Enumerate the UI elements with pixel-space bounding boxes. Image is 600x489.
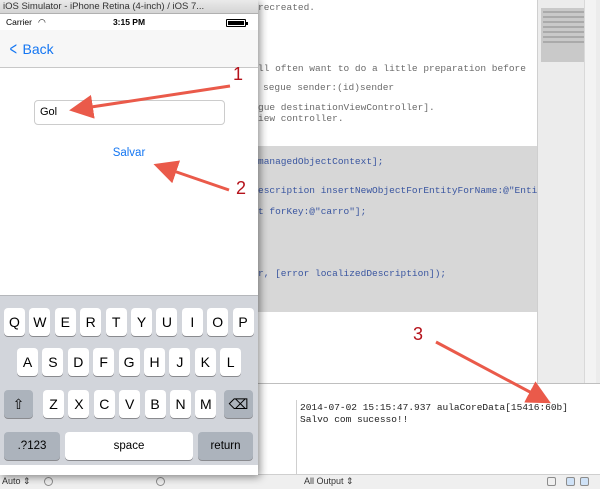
code-line: escription insertNewObjectForEntityForNa… xyxy=(258,185,554,196)
shift-arrow-icon: ⇧ xyxy=(12,396,25,412)
key-o[interactable]: O xyxy=(207,308,229,336)
back-label: Back xyxy=(22,41,54,57)
annotation-number-1: 1 xyxy=(233,64,244,84)
status-bar: Carrier ◠ 3:15 PM xyxy=(0,14,258,30)
key-r[interactable]: R xyxy=(80,308,102,336)
debug-divider[interactable] xyxy=(296,400,297,476)
auto-selector[interactable]: Auto ⇕ xyxy=(2,476,31,487)
annotation-number-2: 2 xyxy=(236,178,247,198)
key-p[interactable]: P xyxy=(232,308,254,336)
space-key[interactable]: space xyxy=(65,432,193,460)
key-j[interactable]: J xyxy=(169,348,191,376)
key-g[interactable]: G xyxy=(118,348,140,376)
code-highlight-block xyxy=(255,146,537,312)
code-token: t forKey:@"carro"]; xyxy=(258,206,367,217)
code-line: segue sender:(id)sender xyxy=(263,82,395,93)
code-line: ll often want to do a little preparation… xyxy=(258,63,526,74)
key-l[interactable]: L xyxy=(220,348,242,376)
console-output: 2014-07-02 15:15:47.937 aulaCoreData[154… xyxy=(300,402,568,425)
key-a[interactable]: A xyxy=(17,348,38,376)
annotation-number-3: 3 xyxy=(413,324,424,344)
key-q[interactable]: Q xyxy=(4,308,25,336)
delete-key[interactable]: ⌫ xyxy=(224,390,253,418)
car-name-field[interactable]: Gol xyxy=(34,100,225,125)
left-panel-toggle-icon[interactable] xyxy=(566,477,575,486)
eye-icon[interactable] xyxy=(44,477,53,486)
key-b[interactable]: B xyxy=(144,390,166,418)
editor-scrollbar[interactable] xyxy=(584,0,596,383)
simulator-title-bar[interactable]: iOS Simulator - iPhone Retina (4-inch) /… xyxy=(0,0,258,14)
numbers-key[interactable]: .?123 xyxy=(4,432,60,460)
code-line: r, [error localizedDescription]); xyxy=(258,268,446,279)
key-t[interactable]: T xyxy=(105,308,127,336)
code-line: recreated. xyxy=(258,2,316,13)
back-button[interactable]: < Back xyxy=(8,40,54,58)
key-x[interactable]: X xyxy=(68,390,90,418)
debug-bottom-bar xyxy=(0,474,600,489)
key-u[interactable]: U xyxy=(156,308,178,336)
key-z[interactable]: Z xyxy=(43,390,64,418)
key-n[interactable]: N xyxy=(170,390,191,418)
output-selector[interactable]: All Output ⇕ xyxy=(304,476,354,487)
key-h[interactable]: H xyxy=(144,348,165,376)
code-line: t forKey:@"carro"]; xyxy=(258,206,366,217)
code-token: r, [error localizedDescription]); xyxy=(258,268,447,279)
chevron-left-icon: < xyxy=(9,39,17,59)
key-k[interactable]: K xyxy=(194,348,216,376)
right-panel-toggle-icon[interactable] xyxy=(580,477,589,486)
battery-icon xyxy=(226,19,248,27)
key-y[interactable]: Y xyxy=(131,308,152,336)
shift-key[interactable]: ⇧ xyxy=(4,390,33,418)
key-c[interactable]: C xyxy=(93,390,115,418)
code-token: managedObjectContext]; xyxy=(258,156,384,167)
trash-icon[interactable] xyxy=(547,477,556,486)
key-m[interactable]: M xyxy=(195,390,217,418)
return-key[interactable]: return xyxy=(198,432,253,460)
code-line: iew controller. xyxy=(258,113,344,124)
code-line: gue destinationViewController]. xyxy=(258,102,435,113)
save-button[interactable]: Salvar xyxy=(0,147,258,159)
key-s[interactable]: S xyxy=(42,348,64,376)
key-v[interactable]: V xyxy=(119,390,141,418)
key-e[interactable]: E xyxy=(54,308,76,336)
key-i[interactable]: I xyxy=(181,308,203,336)
keyboard: Q W E R T Y U I O P A S D F G H J K L ⇧ Z X C V B N M ⌫ .?123 space re… xyxy=(0,295,258,465)
key-d[interactable]: D xyxy=(67,348,89,376)
key-w[interactable]: W xyxy=(29,308,51,336)
code-token: escription insertNewObjectForEntityForNa… xyxy=(258,185,555,196)
clock-label: 3:15 PM xyxy=(112,17,146,27)
key-f[interactable]: F xyxy=(93,348,115,376)
simulator-window: iOS Simulator - iPhone Retina (4-inch) /… xyxy=(0,0,258,475)
search-filter-icon[interactable] xyxy=(156,477,165,486)
delete-backspace-icon: ⌫ xyxy=(228,396,249,412)
navigation-bar: < Back xyxy=(0,30,258,68)
code-line: managedObjectContext]; xyxy=(258,156,383,167)
